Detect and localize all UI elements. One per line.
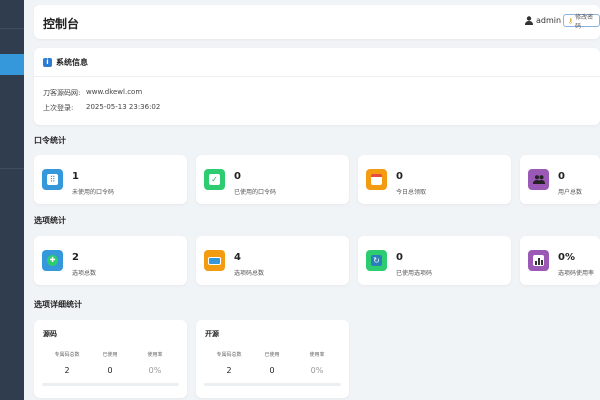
sidebar-divider <box>0 168 24 169</box>
puzzle-icon: ✚ <box>42 250 63 271</box>
info-value: 2025-05-13 23:36:02 <box>86 103 161 111</box>
sidebar-item-active[interactable] <box>0 54 24 75</box>
col-value: 0 <box>269 366 275 375</box>
detail-col-total: 专属码总数 2 <box>47 351 87 375</box>
detail-col-total: 专属码总数 2 <box>209 351 249 375</box>
stat-card-used-option-codes: ↻ 0 已使用选项码 <box>358 236 511 285</box>
stat-label: 已使用选项码 <box>396 270 433 277</box>
detail-card-open-source: 开源 专属码总数 2 已使用 0 使用率 0% <box>196 320 349 398</box>
stat-label: 未使用的口令码 <box>72 189 115 196</box>
stat-value: 0 <box>234 171 241 182</box>
info-row-site: 刀客源码网: www.dkewl.com <box>43 88 142 98</box>
divider <box>34 76 600 77</box>
change-password-button[interactable]: ⚷ 修改密码 <box>563 13 600 30</box>
col-header: 使用率 <box>309 352 325 358</box>
section-title-detail-stats: 选项详细统计 <box>34 300 82 309</box>
stat-value: 1 <box>72 171 79 182</box>
col-header: 专属码总数 <box>54 352 80 358</box>
col-value: 0% <box>310 366 324 375</box>
col-header: 使用率 <box>147 352 163 358</box>
sidebar <box>0 0 24 400</box>
key-icon: ⚷ <box>568 16 574 25</box>
stat-card-today-claimed: 0 今日总领取 <box>358 155 511 204</box>
detail-col-rate: 使用率 0% <box>135 351 175 375</box>
checkbox-icon: ✓ <box>204 169 225 190</box>
col-value: 0 <box>107 366 113 375</box>
ticket-icon <box>204 250 225 271</box>
section-title-option-stats: 选项统计 <box>34 216 66 225</box>
stat-card-used-codes: ✓ 0 已使用的口令码 <box>196 155 349 204</box>
info-label: 刀客源码网: <box>43 89 81 97</box>
bar-chart-icon <box>528 250 549 271</box>
stat-value: 0 <box>396 252 403 263</box>
stat-card-option-total: ✚ 2 选项总数 <box>34 236 187 285</box>
detail-card-title: 开源 <box>205 330 219 338</box>
info-label: 上次登录: <box>43 104 74 112</box>
section-title-code-stats: 口令统计 <box>34 136 66 145</box>
detail-card-title: 源码 <box>43 330 57 338</box>
stat-label: 选项码使用率 <box>558 270 595 277</box>
top-header: 控制台 admin ⚷ 修改密码 <box>34 5 600 39</box>
col-header: 专属码总数 <box>216 352 242 358</box>
stat-label: 已使用的口令码 <box>234 189 277 196</box>
detail-card-source: 源码 专属码总数 2 已使用 0 使用率 0% <box>34 320 187 398</box>
system-info-panel: i 系统信息 刀客源码网: www.dkewl.com 上次登录: 2025-0… <box>34 48 600 125</box>
system-info-title: 系统信息 <box>56 58 88 67</box>
stat-value: 0% <box>558 252 575 263</box>
keypad-icon: ⠿ <box>42 169 63 190</box>
stat-value: 0 <box>396 171 403 182</box>
stat-label: 选项码总数 <box>234 270 265 277</box>
user-icon <box>525 16 533 25</box>
detail-col-used: 已使用 0 <box>90 351 130 375</box>
stat-value: 2 <box>72 252 79 263</box>
stat-value: 4 <box>234 252 241 263</box>
col-header: 已使用 <box>102 352 118 358</box>
detail-col-rate: 使用率 0% <box>297 351 337 375</box>
usage-progress-bar <box>204 383 341 386</box>
col-value: 0% <box>148 366 162 375</box>
users-icon <box>528 169 549 190</box>
col-header: 已使用 <box>264 352 280 358</box>
stat-card-user-total: 0 用户总数 <box>520 155 600 204</box>
stat-label: 今日总领取 <box>396 189 427 196</box>
stat-card-option-usage-rate: 0% 选项码使用率 <box>520 236 600 285</box>
info-row-last-login: 上次登录: 2025-05-13 23:36:02 <box>43 103 160 113</box>
user-info[interactable]: admin <box>525 16 561 25</box>
username: admin <box>536 16 562 25</box>
info-value: www.dkewl.com <box>86 88 143 96</box>
stat-label: 用户总数 <box>558 189 583 196</box>
calendar-icon <box>366 169 387 190</box>
stat-value: 0 <box>558 171 565 182</box>
sidebar-divider <box>0 28 24 29</box>
refresh-icon: ↻ <box>366 250 387 271</box>
stat-label: 选项总数 <box>72 270 97 277</box>
col-value: 2 <box>64 366 70 375</box>
system-info-header: i 系统信息 <box>43 57 88 68</box>
col-value: 2 <box>226 366 232 375</box>
usage-progress-bar <box>42 383 179 386</box>
info-icon: i <box>43 58 52 67</box>
stat-card-unused-codes: ⠿ 1 未使用的口令码 <box>34 155 187 204</box>
detail-col-used: 已使用 0 <box>252 351 292 375</box>
change-password-label: 修改密码 <box>575 13 594 30</box>
stat-card-option-code-total: 4 选项码总数 <box>196 236 349 285</box>
page-title: 控制台 <box>43 17 80 31</box>
